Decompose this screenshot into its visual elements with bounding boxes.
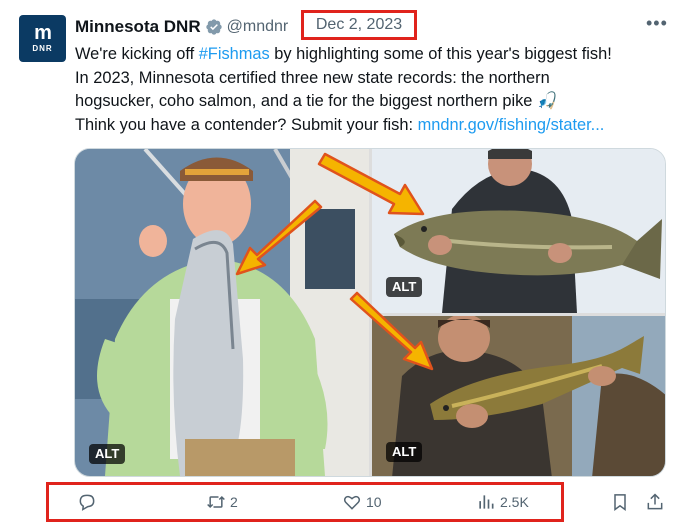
arrow-to-hogsucker-icon [349,291,434,371]
arrow-to-salmon-icon [235,199,323,276]
retweet-count: 2 [230,494,238,510]
avatar-logo-text: m [34,21,52,44]
heart-icon [343,495,361,510]
tweet-header: Minnesota DNR @mndnr [75,14,288,40]
verified-badge-icon [205,19,222,35]
author-handle[interactable]: @mndnr [227,18,289,36]
tweet-line-4: Think you have a contender? Submit your … [75,114,675,138]
more-dots-icon[interactable]: ••• [646,14,667,34]
hashtag-link[interactable]: #Fishmas [199,45,270,63]
share-button[interactable] [645,490,665,514]
views-chart-icon [479,495,494,509]
tweet-date[interactable]: Dec 2, 2023 [316,16,402,34]
views-button[interactable]: 2.5K [476,490,529,514]
like-button[interactable]: 10 [342,490,382,514]
tweet-text-segment: We're kicking off [75,45,199,63]
author-avatar[interactable]: m DNR [19,15,66,62]
tweet-line-2: In 2023, Minnesota certified three new s… [75,68,550,87]
date-highlight-box: Dec 2, 2023 [301,10,417,40]
tweet-text-segment: by highlighting some of this year's bigg… [269,45,612,63]
reply-icon [79,494,95,511]
views-count: 2.5K [500,494,529,510]
tweet-line-1: We're kicking off #Fishmas by highlighti… [75,43,675,67]
url-link[interactable]: mndnr.gov/fishing/stater... [418,116,605,134]
arrow-to-pike-icon [317,152,425,216]
share-icon [647,493,663,510]
annotation-arrows [235,152,434,371]
tweet-text: We're kicking off #Fishmas by highlighti… [75,43,675,137]
retweet-button[interactable]: 2 [206,490,238,514]
avatar-logo-subtext: DNR [32,43,53,53]
bookmark-icon [614,494,626,511]
tweet-text-segment: Think you have a contender? Submit your … [75,115,418,134]
retweet-icon [207,495,225,509]
like-count: 10 [366,494,382,510]
author-name[interactable]: Minnesota DNR [75,17,201,37]
media-grid: ALT ALT ALT [74,148,666,477]
bookmark-button[interactable] [610,490,630,514]
reply-button[interactable] [77,490,101,514]
tweet-line-3: hogsucker, coho salmon, and a tie for th… [75,92,558,111]
